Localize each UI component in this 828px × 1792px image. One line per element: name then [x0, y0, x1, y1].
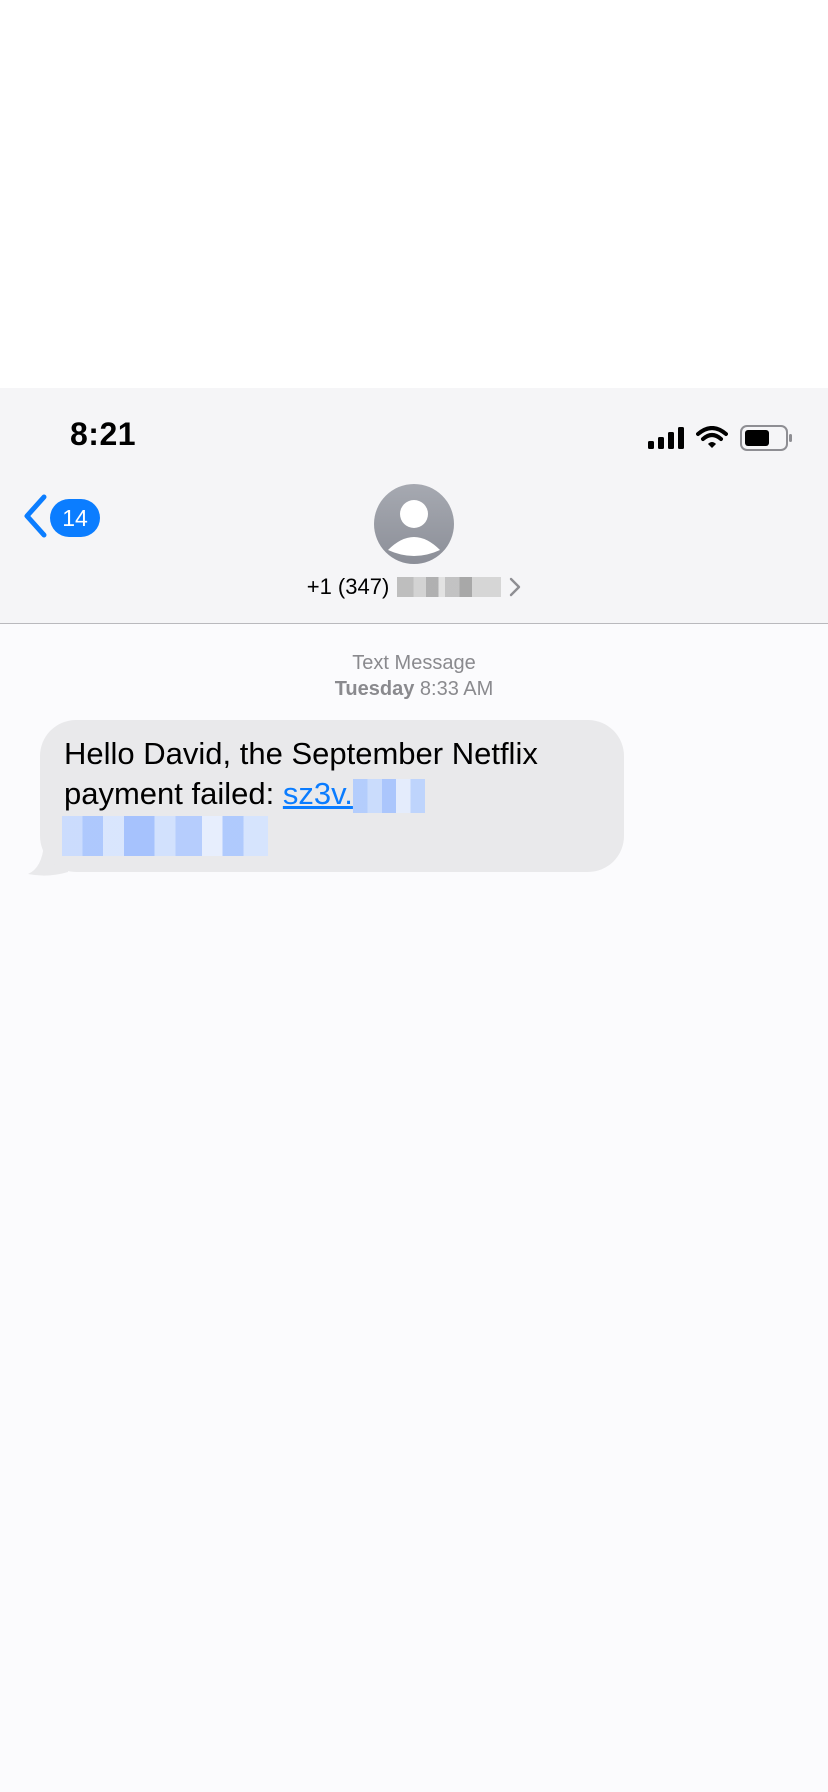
- redacted-link-line: [62, 816, 268, 856]
- person-icon: [388, 500, 440, 556]
- unread-count-badge: 14: [50, 499, 100, 537]
- message-type: Text Message: [352, 652, 476, 674]
- message-time: 8:33 AM: [419, 678, 494, 700]
- status-icons: [648, 423, 794, 453]
- chevron-right-icon: [509, 577, 521, 597]
- signal-icon: [648, 427, 686, 449]
- message-timestamp: Tuesday 8:33 AM: [0, 676, 828, 702]
- message-link[interactable]: sz3v.: [282, 776, 425, 813]
- contact-details-link[interactable]: +1 (347): [0, 574, 828, 600]
- redacted-number: [397, 577, 502, 597]
- message-day: Tuesday: [334, 678, 415, 700]
- chevron-left-icon: [22, 494, 48, 543]
- wifi-icon: [696, 426, 728, 450]
- message-link-text: sz3v.: [282, 776, 353, 811]
- contact-number: +1 (347): [306, 574, 390, 599]
- message-bubble[interactable]: Hello David, the September Netflix payme…: [40, 720, 624, 872]
- messages-area: Text Message Tuesday 8:33 AM Hello David…: [0, 624, 828, 1792]
- redacted-link-part: [352, 778, 425, 813]
- battery-icon: [740, 425, 794, 451]
- top-blank-area: [0, 0, 828, 388]
- message-metadata: Text Message Tuesday 8:33 AM: [0, 650, 828, 702]
- conversation-header: 8:21 14 +1 (347): [0, 388, 828, 624]
- status-time: 8:21: [70, 416, 137, 452]
- contact-avatar[interactable]: [374, 484, 454, 564]
- back-button[interactable]: 14: [22, 494, 100, 542]
